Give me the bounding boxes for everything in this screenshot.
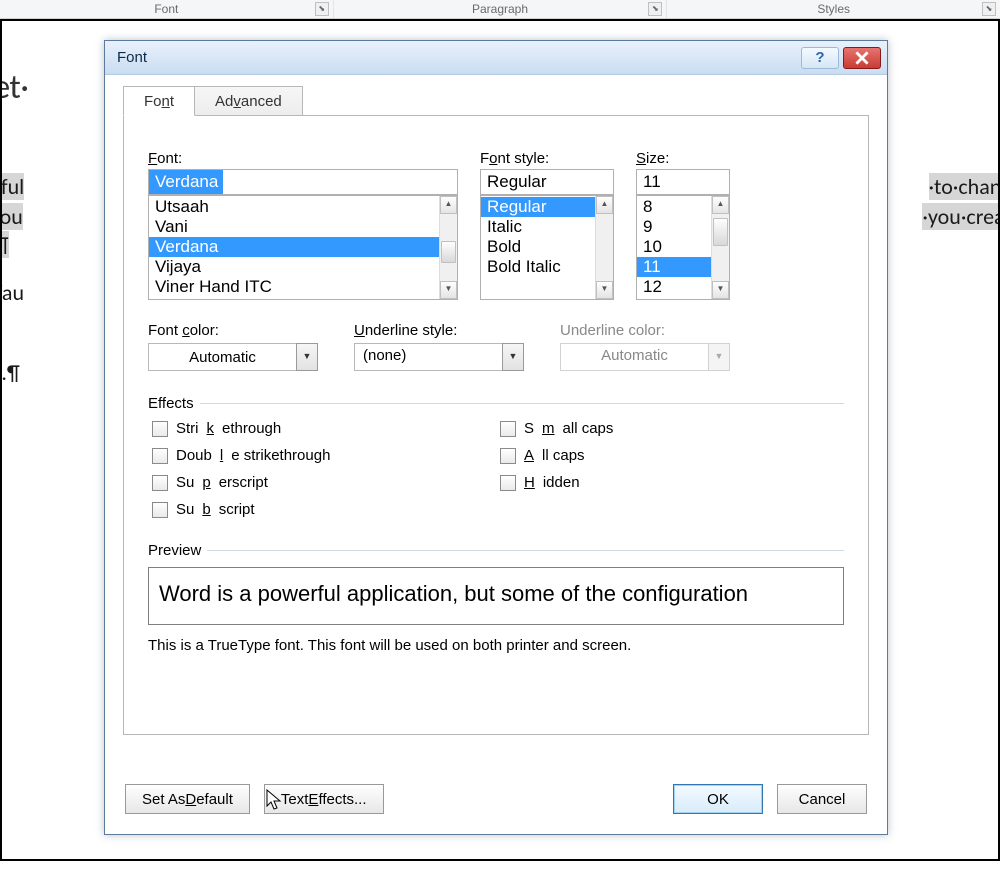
titlebar[interactable]: Font ? [105, 41, 887, 75]
scroll-thumb[interactable] [441, 241, 456, 263]
set-as-default-button[interactable]: Set As Default [125, 784, 250, 814]
scroll-up-icon[interactable]: ▲ [440, 196, 457, 214]
document-text: g·the·defau [0, 279, 24, 306]
ribbon-label: Styles [817, 2, 850, 16]
list-item[interactable]: 10 [637, 237, 711, 257]
effects-header: Effects [148, 395, 844, 412]
dialog-buttons: Set As Default Text Effects... OK Cancel [105, 772, 887, 834]
underline-style-label: Underline style: [354, 322, 524, 339]
scroll-down-icon[interactable]: ▼ [712, 281, 729, 299]
document-text: cument.¶ [0, 231, 9, 258]
checkbox-hidden[interactable]: Hidden [500, 474, 844, 491]
ok-button[interactable]: OK [673, 784, 763, 814]
list-item[interactable]: Bold Italic [481, 257, 595, 277]
dropdown-icon[interactable]: ▼ [502, 343, 524, 371]
list-item[interactable]: 11 [637, 257, 711, 277]
ribbon-group-font: Font ⬊ [0, 0, 334, 18]
document-text: ·to·change· [929, 173, 1000, 200]
preview-box: Word is a powerful application, but some… [148, 567, 844, 625]
scroll-down-icon[interactable]: ▼ [440, 281, 457, 299]
cancel-button[interactable]: Cancel [777, 784, 867, 814]
close-icon [855, 51, 869, 65]
underline-style-value: (none) [354, 343, 503, 371]
tab-font[interactable]: Font [123, 86, 195, 116]
size-label: Size: [636, 150, 730, 167]
underline-style-combo[interactable]: (none) ▼ [354, 343, 524, 371]
scroll-up-icon[interactable]: ▲ [596, 196, 613, 214]
tabs: Font Advanced [123, 85, 869, 115]
tab-advanced[interactable]: Advanced [194, 86, 303, 116]
size-listbox[interactable]: 8 9 10 11 12 ▲ ▼ [636, 195, 730, 300]
dialog-launcher-icon[interactable]: ⬊ [315, 2, 329, 16]
font-color-label: Font color: [148, 322, 318, 339]
list-item[interactable]: Verdana [149, 237, 439, 257]
checkbox-icon [500, 475, 516, 491]
list-item[interactable]: Regular [481, 197, 595, 217]
checkbox-icon [500, 421, 516, 437]
close-button[interactable] [843, 47, 881, 69]
size-input[interactable] [636, 169, 730, 195]
font-dialog: Font ? Font Advanced Font: Utsaah Vani [104, 40, 888, 835]
checkbox-all-caps[interactable]: All caps [500, 447, 844, 464]
document-heading: to·Set· [0, 67, 28, 108]
checkbox-small-caps[interactable]: Small caps [500, 420, 844, 437]
dialog-title: Font [117, 49, 797, 66]
ribbon-label: Paragraph [472, 2, 528, 16]
list-item[interactable]: Utsaah [149, 197, 439, 217]
font-style-input[interactable] [480, 169, 614, 195]
list-item[interactable]: Viner Hand ITC [149, 277, 439, 297]
document-text: ion...¶ [0, 359, 20, 386]
help-button[interactable]: ? [801, 47, 839, 69]
underline-color-label: Underline color: [560, 322, 730, 339]
checkbox-icon [152, 475, 168, 491]
checkbox-strikethrough[interactable]: Strikethrough [152, 420, 496, 437]
font-label: Font: [148, 150, 458, 167]
scrollbar[interactable]: ▲ ▼ [439, 196, 457, 299]
document-text: ·text·in·you [0, 203, 23, 230]
scroll-down-icon[interactable]: ▼ [596, 281, 613, 299]
font-style-listbox[interactable]: Regular Italic Bold Bold Italic ▲ ▼ [480, 195, 614, 300]
text-effects-button[interactable]: Text Effects... [264, 784, 384, 814]
underline-color-combo: Automatic ▼ [560, 343, 730, 371]
font-listbox[interactable]: Utsaah Vani Verdana Vijaya Viner Hand IT… [148, 195, 458, 300]
list-item[interactable]: Italic [481, 217, 595, 237]
list-item[interactable]: 12 [637, 277, 711, 297]
scrollbar[interactable]: ▲ ▼ [595, 196, 613, 299]
checkbox-icon [500, 448, 516, 464]
ribbon-group-labels: Font ⬊ Paragraph ⬊ Styles ⬊ [0, 0, 1000, 19]
list-item[interactable]: 8 [637, 197, 711, 217]
font-color-value: Automatic [189, 349, 256, 366]
scroll-thumb[interactable] [713, 218, 728, 246]
dialog-launcher-icon[interactable]: ⬊ [982, 2, 996, 16]
ribbon-group-styles: Styles ⬊ [667, 0, 1000, 18]
font-color-combo[interactable]: Automatic ▼ [148, 343, 318, 371]
checkbox-icon [152, 448, 168, 464]
checkbox-subscript[interactable]: Subscript [152, 501, 496, 518]
dropdown-icon[interactable]: ▼ [296, 343, 318, 371]
list-item[interactable]: Vani [149, 217, 439, 237]
document-text: ·you·create· [922, 203, 1000, 230]
font-input[interactable] [148, 169, 458, 195]
list-item[interactable]: 9 [637, 217, 711, 237]
preview-note: This is a TrueType font. This font will … [148, 637, 844, 654]
ribbon-group-paragraph: Paragraph ⬊ [334, 0, 668, 18]
list-item[interactable]: Vijaya [149, 257, 439, 277]
checkbox-double-strikethrough[interactable]: Double strikethrough [152, 447, 496, 464]
document-text: ·a·powerful [0, 173, 24, 200]
font-style-label: Font style: [480, 150, 614, 167]
preview-header: Preview [148, 542, 844, 559]
ribbon-label: Font [154, 2, 178, 16]
checkbox-superscript[interactable]: Superscript [152, 474, 496, 491]
scroll-up-icon[interactable]: ▲ [712, 196, 729, 214]
scrollbar[interactable]: ▲ ▼ [711, 196, 729, 299]
list-item[interactable]: Bold [481, 237, 595, 257]
underline-color-value: Automatic [560, 343, 709, 371]
checkbox-icon [152, 421, 168, 437]
dropdown-icon: ▼ [708, 343, 730, 371]
tab-panel-font: Font: Utsaah Vani Verdana Vijaya Viner H… [123, 115, 869, 735]
dialog-launcher-icon[interactable]: ⬊ [648, 2, 662, 16]
checkbox-icon [152, 502, 168, 518]
